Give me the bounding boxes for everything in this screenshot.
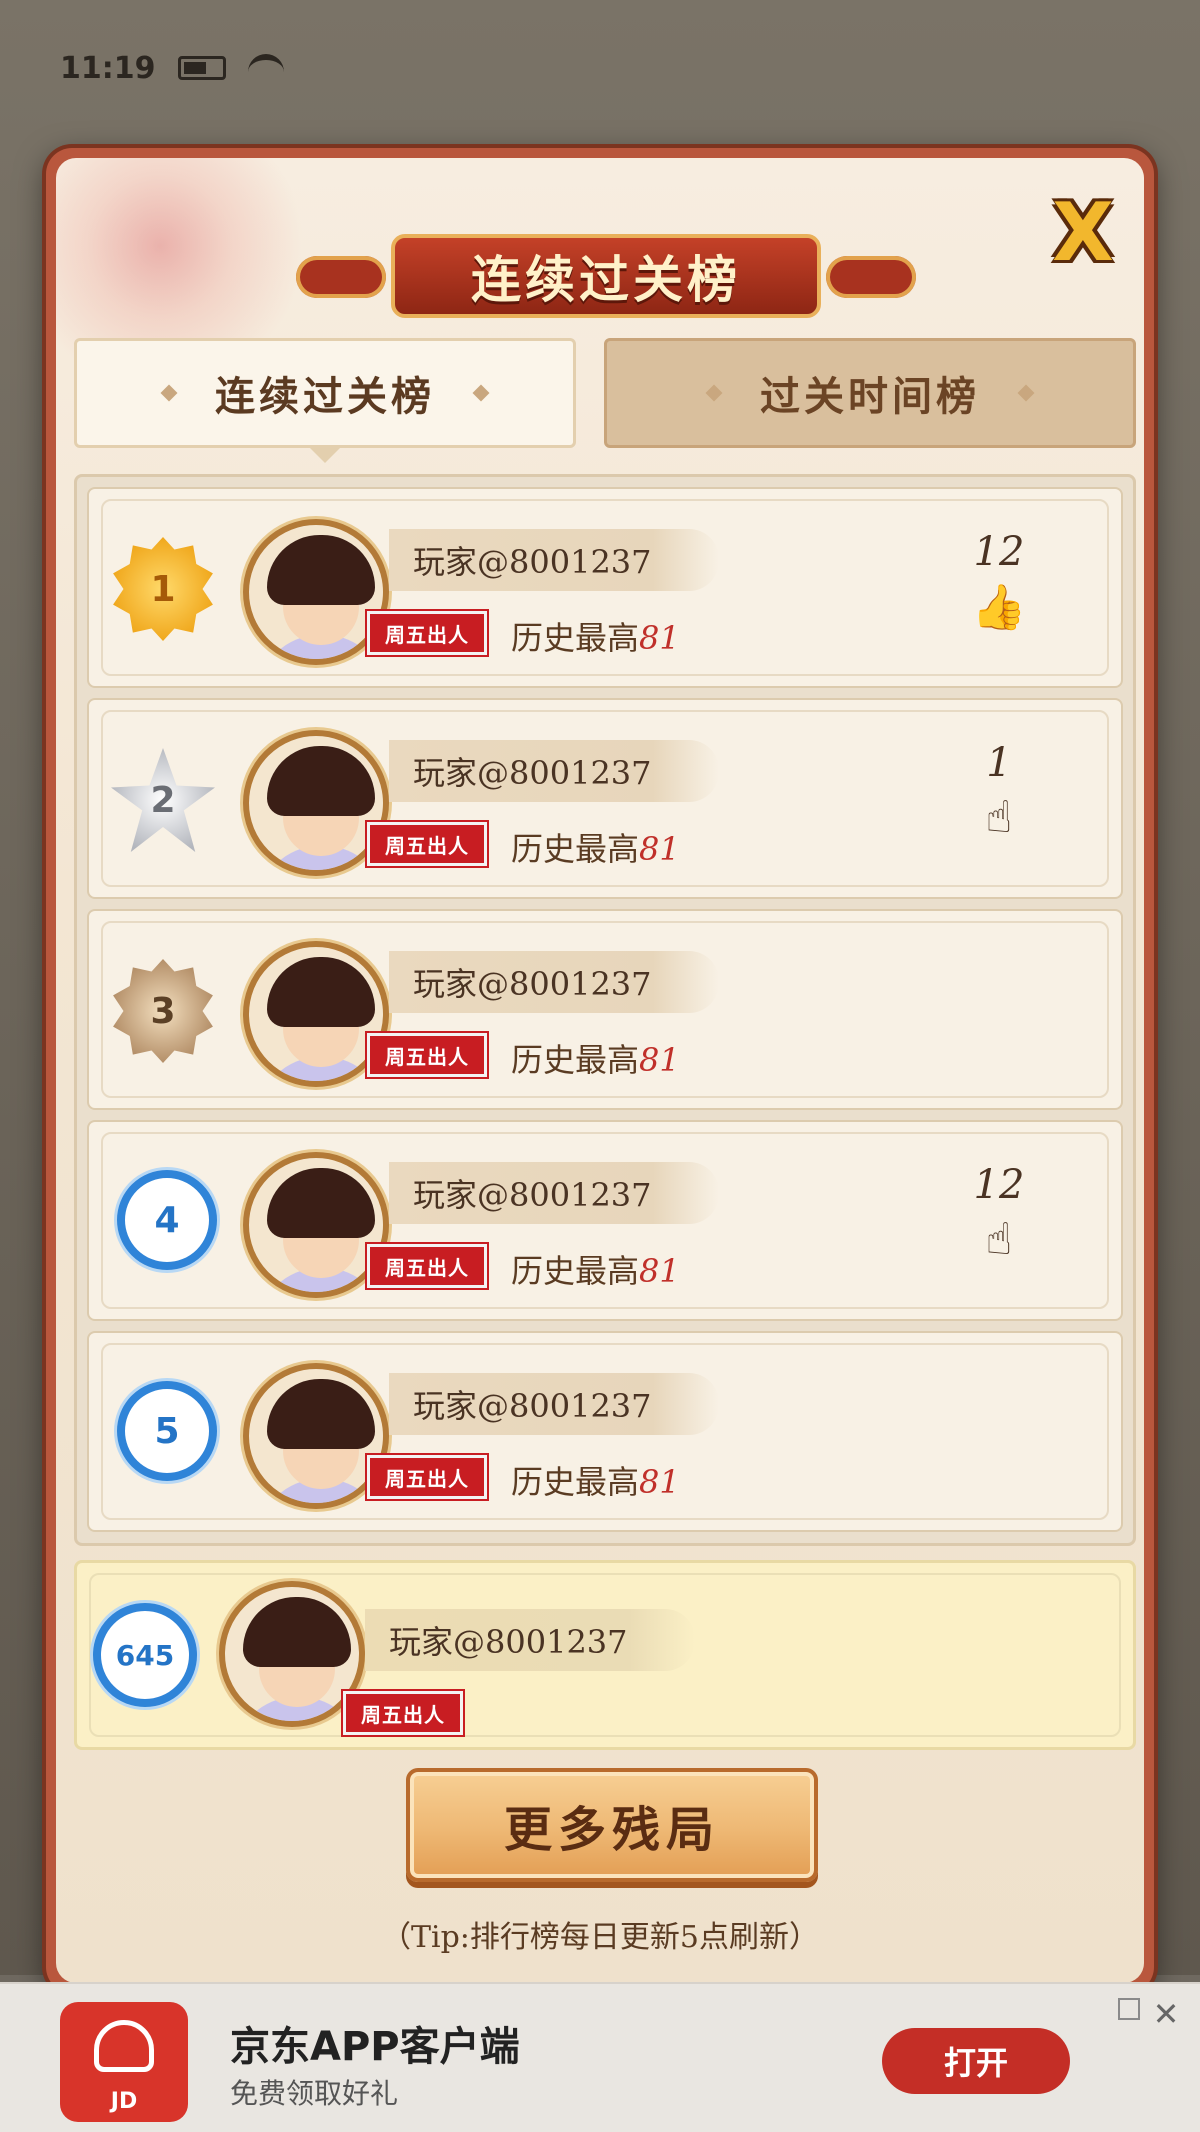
player-name: 玩家@8001237	[389, 951, 719, 1013]
close-button[interactable]: X	[1044, 193, 1122, 273]
modal-panel: 连续过关榜 X 连续过关榜 过关时间榜 1 玩家@8001237 周五出人 历史…	[56, 158, 1144, 1983]
rank-circle-icon: 645	[93, 1603, 197, 1707]
avatar-hair	[267, 1168, 375, 1238]
title-badge: 周五出人	[367, 822, 487, 866]
history-value: 81	[639, 1463, 680, 1501]
player-name: 玩家@8001237	[389, 529, 719, 591]
like-control[interactable]: 12 ☝	[949, 1162, 1049, 1265]
more-endgames-button[interactable]: 更多残局	[406, 1768, 818, 1882]
avatar-hair	[243, 1597, 351, 1667]
ad-close-button[interactable]: ✕	[1146, 1994, 1186, 2034]
rank-gold-medal-icon: 1	[113, 537, 213, 641]
avatar-hair	[267, 957, 375, 1027]
leaderboard-tabs: 连续过关榜 过关时间榜	[74, 338, 1136, 463]
leaderboard-row: 1 玩家@8001237 周五出人 历史最高81 12 👍	[87, 487, 1123, 688]
ad-open-button[interactable]: 打开	[882, 2028, 1070, 2094]
avatar-hair	[267, 1379, 375, 1449]
player-name: 玩家@8001237	[365, 1609, 695, 1671]
like-count: 1	[986, 740, 1012, 786]
title-badge: 周五出人	[367, 611, 487, 655]
player-name: 玩家@8001237	[389, 1373, 719, 1435]
history-best: 历史最高81	[511, 824, 680, 870]
rank-bronze-medal-icon: 3	[113, 959, 213, 1063]
modal-title: 连续过关榜	[471, 251, 741, 309]
thumbs-up-filled-icon[interactable]: 👍	[949, 581, 1049, 633]
leaderboard-modal: 连续过关榜 X 连续过关榜 过关时间榜 1 玩家@8001237 周五出人 历史…	[46, 148, 1154, 1993]
avatar-hair	[267, 535, 375, 605]
history-value: 81	[639, 1252, 680, 1290]
history-label: 历史最高	[511, 619, 640, 657]
thumbs-up-icon[interactable]: ☝	[949, 792, 1049, 843]
title-badge: 周五出人	[343, 1691, 463, 1735]
title-badge: 周五出人	[367, 1244, 487, 1288]
leaderboard-list[interactable]: 1 玩家@8001237 周五出人 历史最高81 12 👍 2 玩家@80012…	[74, 474, 1136, 1546]
leaderboard-row: 4 玩家@8001237 周五出人 历史最高81 12 ☝	[87, 1120, 1123, 1321]
history-best: 历史最高81	[511, 613, 680, 659]
cloud-ornament-icon	[826, 256, 916, 298]
cloud-ornament-icon	[296, 256, 386, 298]
history-best: 历史最高81	[511, 1246, 680, 1292]
title-badge: 周五出人	[367, 1455, 487, 1499]
refresh-tip: （Tip:排行榜每日更新5点刷新）	[380, 1920, 819, 1955]
title-badge: 周五出人	[367, 1033, 487, 1077]
thumbs-up-icon[interactable]: ☝	[949, 1214, 1049, 1265]
history-best: 历史最高81	[511, 1457, 680, 1503]
rank-circle-icon: 4	[117, 1170, 217, 1270]
like-control[interactable]: 1 ☝	[949, 740, 1049, 843]
title-plate: 连续过关榜	[391, 234, 821, 318]
diamond-ornament-icon	[160, 384, 178, 402]
history-label: 历史最高	[511, 1463, 640, 1501]
status-time: 11:19	[60, 50, 156, 86]
ad-title: 京东APP客户端	[230, 2024, 520, 2070]
like-count: 12	[973, 529, 1025, 575]
history-label: 历史最高	[511, 830, 640, 868]
battery-icon	[177, 56, 226, 80]
ad-banner[interactable]: JD 京东APP客户端 免费领取好礼 打开 ✕	[0, 1982, 1200, 2132]
ad-info-icon[interactable]	[1118, 1998, 1140, 2020]
diamond-ornament-icon	[472, 384, 490, 402]
leaderboard-row: 2 玩家@8001237 周五出人 历史最高81 1 ☝	[87, 698, 1123, 899]
history-value: 81	[639, 1041, 680, 1079]
avatar-hair	[267, 746, 375, 816]
history-value: 81	[639, 619, 680, 657]
history-value: 81	[639, 830, 680, 868]
ad-icon-label: JD	[110, 2089, 138, 2114]
leaderboard-row: 5 玩家@8001237 周五出人 历史最高81	[87, 1331, 1123, 1532]
title-banner: 连续过关榜	[296, 228, 916, 324]
rank-silver-star-icon: 2	[111, 748, 215, 852]
diamond-ornament-icon	[1017, 384, 1035, 402]
ad-subtitle: 免费领取好礼	[230, 2077, 399, 2110]
tab-consecutive-clears[interactable]: 连续过关榜	[74, 338, 576, 463]
diamond-ornament-icon	[705, 384, 723, 402]
player-name: 玩家@8001237	[389, 740, 719, 802]
history-label: 历史最高	[511, 1041, 640, 1079]
tab-clear-time[interactable]: 过关时间榜	[604, 338, 1136, 448]
tab-label: 过关时间榜	[760, 374, 980, 420]
wifi-icon	[247, 54, 284, 82]
jd-app-icon[interactable]: JD	[60, 2002, 188, 2122]
jd-dog-icon	[94, 2020, 154, 2072]
my-rank-row: 645 玩家@8001237 周五出人	[74, 1560, 1136, 1750]
player-name: 玩家@8001237	[389, 1162, 719, 1224]
history-label: 历史最高	[511, 1252, 640, 1290]
leaderboard-row: 3 玩家@8001237 周五出人 历史最高81	[87, 909, 1123, 1110]
like-control[interactable]: 12 👍	[949, 529, 1049, 633]
history-best: 历史最高81	[511, 1035, 680, 1081]
rank-circle-icon: 5	[117, 1381, 217, 1481]
tab-label: 连续过关榜	[215, 374, 435, 420]
status-bar: 11:19	[60, 48, 284, 88]
like-count: 12	[973, 1162, 1025, 1208]
